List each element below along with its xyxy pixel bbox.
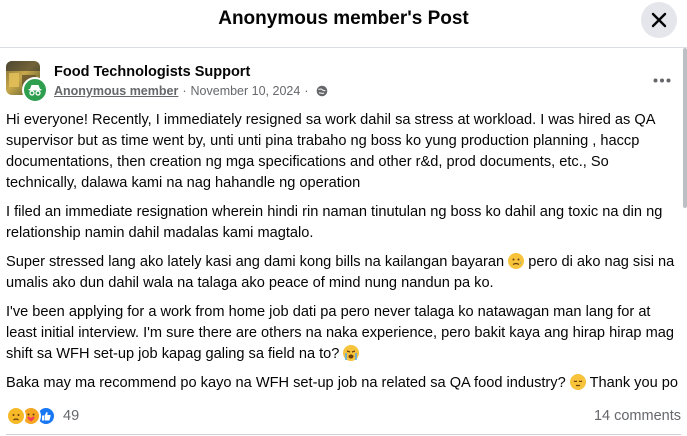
group-avatar[interactable] [6, 61, 48, 103]
more-options-icon [653, 78, 671, 82]
meta-separator: · [182, 84, 187, 98]
globe-icon[interactable] [316, 85, 328, 97]
post-text: Thank you po [589, 375, 678, 391]
comments-count-link[interactable]: 14 comments [594, 408, 681, 424]
post: Food Technologists Support Anonymous mem… [0, 48, 687, 436]
post-paragraph: I've been applying for a work from home … [6, 302, 681, 365]
post-dialog-header: Anonymous member's Post [0, 0, 687, 48]
more-options-button[interactable] [648, 70, 676, 90]
post-paragraph: I filed an immediate resignation wherein… [6, 204, 663, 241]
pensive-face-emoji-icon [569, 374, 586, 390]
action-bar-divider [6, 434, 681, 435]
sad-reaction-icon [6, 406, 26, 426]
crying-face-emoji-icon [343, 345, 360, 361]
post-text: Baka may ma recommend po kayo na WFH set… [6, 375, 566, 391]
close-icon [651, 12, 667, 28]
post-date-link[interactable]: November 10, 2024 [191, 84, 301, 98]
post-body: Hi everyone! Recently, I immediately res… [6, 110, 681, 402]
meta-separator-2: · [304, 84, 309, 98]
reactions-summary[interactable]: 49 [6, 406, 79, 426]
dialog-scrollbar[interactable] [683, 48, 687, 208]
group-name-link[interactable]: Food Technologists Support [54, 64, 250, 80]
close-button[interactable] [641, 2, 677, 38]
post-meta: Anonymous member · November 10, 2024 · [54, 84, 328, 98]
post-paragraph: Hi everyone! Recently, I immediately res… [6, 112, 655, 191]
post-text: Super stressed lang ako lately kasi ang … [6, 254, 505, 270]
post-paragraph: Super stressed lang ako lately kasi ang … [6, 252, 681, 294]
worried-face-emoji-icon [508, 253, 525, 269]
reaction-count: 49 [63, 408, 80, 424]
dialog-title: Anonymous member's Post [218, 8, 469, 29]
post-paragraph: Baka may ma recommend po kayo na WFH set… [6, 373, 681, 394]
post-text: I've been applying for a work from home … [6, 304, 674, 362]
author-link[interactable]: Anonymous member [54, 84, 178, 98]
anonymous-member-icon [22, 77, 48, 103]
